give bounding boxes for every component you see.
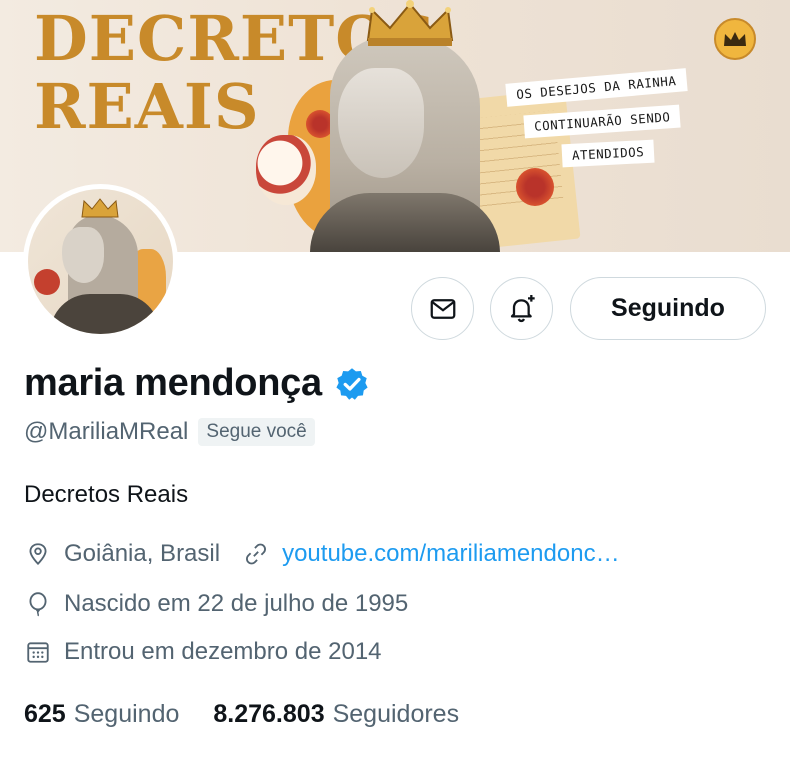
crown-icon: [366, 0, 454, 46]
following-stat-link[interactable]: 625 Seguindo: [24, 700, 179, 729]
profile-joined-date: Entrou em dezembro de 2014: [64, 638, 382, 665]
follows-you-badge: Segue você: [198, 418, 315, 446]
profile-birthday: Nascido em 22 de julho de 1995: [64, 590, 409, 617]
balloon-icon: [24, 590, 52, 618]
following-label: Seguindo: [73, 700, 180, 728]
banner-logo-seal: [714, 18, 756, 60]
envelope-icon: [430, 298, 455, 319]
profile-meta-joined: Entrou em dezembro de 2014: [24, 638, 382, 666]
location-pin-icon: [24, 540, 52, 568]
notifications-button[interactable]: [490, 277, 553, 340]
verified-badge-icon[interactable]: [334, 366, 370, 402]
banner-portrait: [310, 28, 520, 252]
banner-quote-line-1: OS DESEJOS DA RAINHA: [505, 68, 688, 107]
user-handle: @MariliaMReal: [24, 418, 189, 445]
avatar[interactable]: [23, 184, 178, 339]
banner-flower: [516, 168, 554, 206]
banner-quote: OS DESEJOS DA RAINHA CONTINUARÃO SENDO A…: [500, 68, 712, 170]
banner-quote-line-2: CONTINUARÃO SENDO: [523, 104, 682, 139]
follow-stats: 625 Seguindo 8.276.803 Seguidores: [24, 700, 459, 729]
following-count: 625: [24, 700, 66, 728]
bell-plus-icon: [510, 294, 535, 322]
banner-portrait-shoulders: [310, 193, 500, 252]
banner-heart-illustration: [256, 135, 316, 205]
profile-location: Goiânia, Brasil: [64, 540, 221, 567]
profile-meta-location-website: Goiânia, Brasil youtube.com/mariliamendo…: [24, 540, 620, 568]
message-button[interactable]: [411, 277, 474, 340]
banner-quote-line-3: ATENDIDOS: [561, 139, 655, 168]
following-button[interactable]: Seguindo: [570, 277, 766, 340]
link-icon: [242, 540, 270, 568]
handle-row: @MariliaMReal Segue você: [24, 418, 315, 446]
avatar-face: [62, 227, 104, 283]
profile-meta-birthday: Nascido em 22 de julho de 1995: [24, 590, 408, 618]
calendar-icon: [24, 638, 52, 666]
crown-icon: [724, 32, 746, 46]
profile-website-link[interactable]: youtube.com/mariliamendonc…: [282, 540, 620, 568]
display-name: maria mendonça: [24, 362, 322, 404]
followers-label: Seguidores: [332, 700, 460, 728]
banner-portrait-face: [338, 68, 424, 178]
avatar-image: [28, 189, 173, 334]
followers-count: 8.276.803: [213, 700, 325, 728]
avatar-flower: [34, 269, 60, 295]
profile-bio: Decretos Reais: [24, 481, 189, 508]
crown-icon: [81, 198, 119, 218]
followers-stat-link[interactable]: 8.276.803 Seguidores: [213, 700, 459, 729]
display-name-row: maria mendonça: [24, 362, 370, 405]
